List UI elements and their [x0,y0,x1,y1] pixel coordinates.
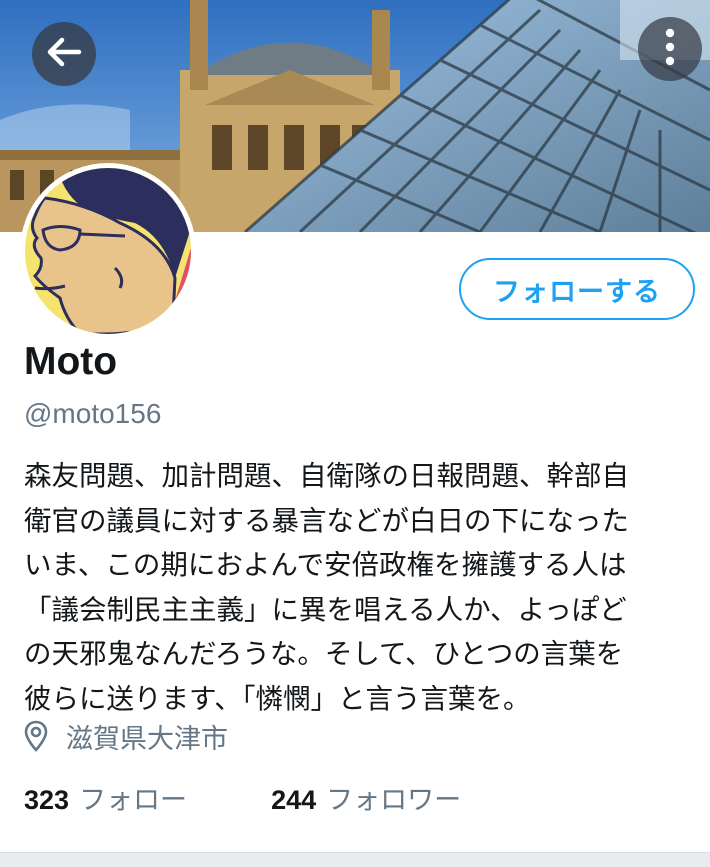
following-stat[interactable]: 323 フォロー [24,778,187,817]
more-options-button[interactable] [638,17,702,81]
profile-stats: 323 フォロー 244 フォロワー [24,776,461,818]
display-name: Moto [24,340,118,383]
followers-stat[interactable]: 244 フォロワー [271,778,461,817]
section-divider [0,852,710,867]
location-text: 滋賀県大津市 [66,723,228,755]
username-handle: @moto156 [24,398,162,429]
profile-bio: 森友問題、加計問題、自衛隊の日報問題、幹部自 衛官の議員に対する暴言などが白日の… [24,460,629,715]
back-button[interactable] [32,22,96,86]
profile-location: 滋賀県大津市 [24,716,228,756]
follow-button[interactable]: フォローする [459,258,695,320]
location-pin-icon [24,719,54,753]
followers-label: フォロワー [326,784,462,816]
more-vertical-icon [665,28,675,70]
following-label: フォロー [79,784,188,816]
avatar-image [25,168,191,334]
followers-count: 244 [271,784,317,815]
arrow-left-icon [46,36,82,72]
avatar[interactable] [20,163,196,339]
following-count: 323 [24,784,70,815]
